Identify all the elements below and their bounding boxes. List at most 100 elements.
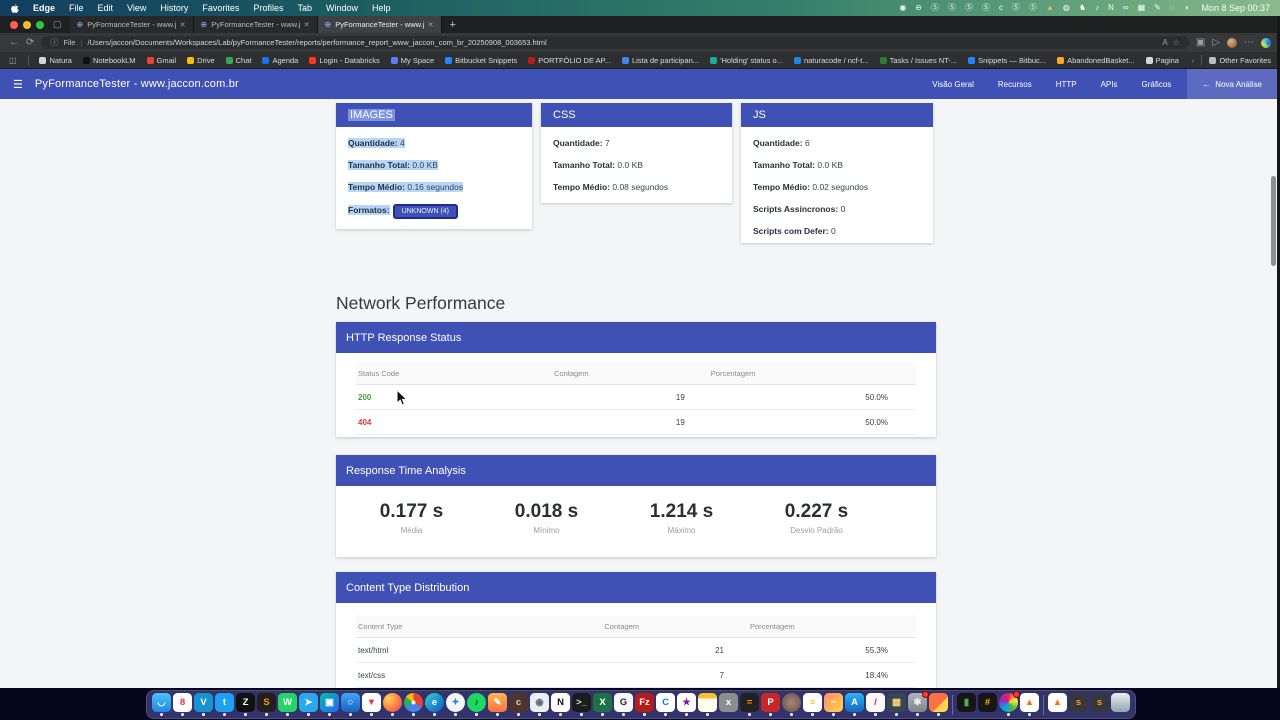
- nav-http[interactable]: HTTP: [1056, 80, 1077, 89]
- other-favorites-folder[interactable]: Other Favorites: [1209, 56, 1271, 65]
- close-window-button[interactable]: [10, 21, 18, 29]
- dock-app-calculator[interactable]: =: [739, 693, 760, 716]
- bookmark-holding-status-o[interactable]: 'Holding' status o...: [710, 56, 783, 65]
- dock-app-dark-stack-2[interactable]: s: [1089, 693, 1110, 716]
- close-icon[interactable]: ✕: [428, 21, 434, 29]
- dock-app-vscode[interactable]: V: [193, 693, 214, 716]
- zoom-window-button[interactable]: [36, 21, 44, 29]
- menu-view[interactable]: View: [127, 3, 146, 13]
- minimize-window-button[interactable]: [23, 21, 31, 29]
- bookmark-login-databricks[interactable]: Login - Databricks: [309, 56, 379, 65]
- dock-app-sublime[interactable]: S: [256, 693, 277, 716]
- dock-app-github[interactable]: G: [613, 693, 634, 716]
- dock-app-firefox[interactable]: [382, 693, 403, 716]
- bookmark-lista-de-participan[interactable]: Lista de participan...: [622, 56, 699, 65]
- dock-app-telegram[interactable]: ➤: [298, 693, 319, 716]
- dollar-app-icon[interactable]: Ⓢ: [965, 0, 973, 16]
- dock-app-terminal[interactable]: >_: [571, 693, 592, 716]
- bookmark-portf-lio-de-ap[interactable]: PORTFÓLIO DE AP...: [528, 56, 611, 65]
- dollar-app-icon[interactable]: Ⓢ: [1012, 0, 1020, 16]
- bookmark-pagina-cadastro[interactable]: Pagina Cadastro: [1146, 56, 1181, 65]
- menu-file[interactable]: File: [69, 3, 84, 13]
- dollar-app-icon[interactable]: Ⓢ: [948, 0, 956, 16]
- table-row[interactable]: 404 19 50.0%: [356, 410, 916, 435]
- copilot-orb-icon[interactable]: [1261, 38, 1271, 48]
- favorites-panel-icon[interactable]: ◫: [9, 56, 17, 65]
- dock-app-star-app[interactable]: ★: [676, 693, 697, 716]
- menu-edge[interactable]: Edge: [33, 3, 55, 13]
- menu-window[interactable]: Window: [326, 3, 358, 13]
- globe-icon[interactable]: ◍: [1063, 0, 1070, 16]
- browser-tab-1[interactable]: ⊕PyFormanceTester - www.jacco✕: [70, 16, 194, 33]
- pet-icon[interactable]: ♞: [1079, 0, 1086, 16]
- share-icon[interactable]: ▷: [1212, 37, 1220, 48]
- dock-app-trash[interactable]: [1110, 693, 1131, 716]
- dock-app-calendar[interactable]: 8: [172, 693, 193, 716]
- nav-graficos[interactable]: Gráficos: [1142, 80, 1172, 89]
- nova-analise-button[interactable]: ← Nova Análise: [1187, 69, 1277, 99]
- dock-app-settings[interactable]: ✱: [907, 693, 928, 716]
- bookmark-naturacode-ncf-t[interactable]: naturacode / ncf-t...: [794, 56, 869, 65]
- dock-app-chrome[interactable]: ●: [403, 693, 424, 716]
- dock-app-coffee-app[interactable]: c: [508, 693, 529, 716]
- close-icon[interactable]: ✕: [304, 21, 310, 29]
- dock-app-brush-app[interactable]: /: [865, 693, 886, 716]
- page-info-icon[interactable]: ⓘ: [50, 37, 58, 48]
- dollar-app-icon[interactable]: Ⓢ: [982, 0, 990, 16]
- menubar-clock[interactable]: Mon 8 Sep 00:37: [1201, 3, 1270, 13]
- record-icon[interactable]: ◉: [899, 0, 906, 16]
- new-tab-button[interactable]: +: [450, 19, 456, 31]
- scrollbar-thumb[interactable]: [1271, 176, 1276, 266]
- dock-app-pencil-app[interactable]: ✎: [487, 693, 508, 716]
- spotlight-icon[interactable]: ◌: [1170, 0, 1175, 16]
- dock-app-vlc[interactable]: ▲: [1019, 693, 1040, 716]
- bookmark-snippets-bitbuc[interactable]: Snippets — Bitbuc...: [968, 56, 1046, 65]
- dollar-app-icon[interactable]: Ⓢ: [1029, 0, 1037, 16]
- dock-app-tool-app[interactable]: x: [718, 693, 739, 716]
- dock-app-excel[interactable]: X: [592, 693, 613, 716]
- dollar-app-icon[interactable]: Ⓢ: [931, 0, 939, 16]
- table-row[interactable]: 200 19 50.0%: [356, 385, 916, 410]
- dock-app-edge[interactable]: e: [424, 693, 445, 716]
- dock-app-headphones-app[interactable]: ◉: [529, 693, 550, 716]
- close-icon[interactable]: ✕: [180, 21, 186, 29]
- dock-app-finder[interactable]: ◡: [151, 693, 172, 716]
- dock-app-spotify[interactable]: ♪: [466, 693, 487, 716]
- pen-icon[interactable]: ✎: [1154, 0, 1161, 16]
- browser-tab-2[interactable]: ⊕PyFormanceTester - www.jacco✕: [194, 16, 318, 33]
- bookmark-agenda[interactable]: Agenda: [262, 56, 298, 65]
- dock-app-notion[interactable]: N: [550, 693, 571, 716]
- window-layout-icon[interactable]: ▦: [1138, 0, 1146, 16]
- url-text[interactable]: /Users/jaccon/Documents/Workspaces/Lab/p…: [87, 38, 1157, 47]
- hamburger-menu-icon[interactable]: ☰: [13, 78, 23, 91]
- siri-icon[interactable]: ◑: [1184, 0, 1189, 16]
- profile-avatar[interactable]: [1227, 38, 1237, 48]
- cup-icon[interactable]: c: [999, 0, 1003, 16]
- table-row[interactable]: text/css 7 18.4%: [356, 663, 916, 688]
- bookmark-notebooklm[interactable]: NotebookLM: [83, 56, 136, 65]
- menu-tab[interactable]: Tab: [297, 3, 312, 13]
- dock-app-zed[interactable]: Z: [235, 693, 256, 716]
- favorite-star-icon[interactable]: ☆: [1173, 38, 1180, 47]
- tab-overview-icon[interactable]: ▢: [53, 19, 62, 30]
- bookmark-natura[interactable]: Natura: [39, 56, 72, 65]
- dock-app-magnifier-app[interactable]: ○: [340, 693, 361, 716]
- back-icon[interactable]: ←: [9, 37, 19, 48]
- menu-history[interactable]: History: [160, 3, 188, 13]
- browser-tab-3[interactable]: ⊕PyFormanceTester - www.jacco✕: [318, 16, 442, 33]
- nav-visao-geral[interactable]: Visão Geral: [932, 80, 974, 89]
- more-menu-icon[interactable]: ⋯: [1244, 37, 1254, 48]
- bookmark-my-space[interactable]: My Space: [391, 56, 434, 65]
- bookmark-abandonedbasket[interactable]: AbandonedBasket...: [1057, 56, 1135, 65]
- bookmarks-overflow-icon[interactable]: ›: [1192, 56, 1195, 65]
- cone-icon[interactable]: ▲: [1046, 0, 1054, 16]
- dock-app-shield-app[interactable]: ▼: [361, 693, 382, 716]
- dock-app-reminders[interactable]: ≡: [802, 693, 823, 716]
- dock-app-shapes-app[interactable]: [928, 693, 949, 716]
- bookmark-tasks-issues-nt[interactable]: Tasks / Issues NT-...: [880, 56, 958, 65]
- apple-menu-icon[interactable]: [10, 3, 19, 14]
- dock-app-whatsapp[interactable]: W: [277, 693, 298, 716]
- nav-recursos[interactable]: Recursos: [998, 80, 1032, 89]
- nav-apis[interactable]: APIs: [1101, 80, 1118, 89]
- notion-icon[interactable]: N: [1108, 0, 1114, 16]
